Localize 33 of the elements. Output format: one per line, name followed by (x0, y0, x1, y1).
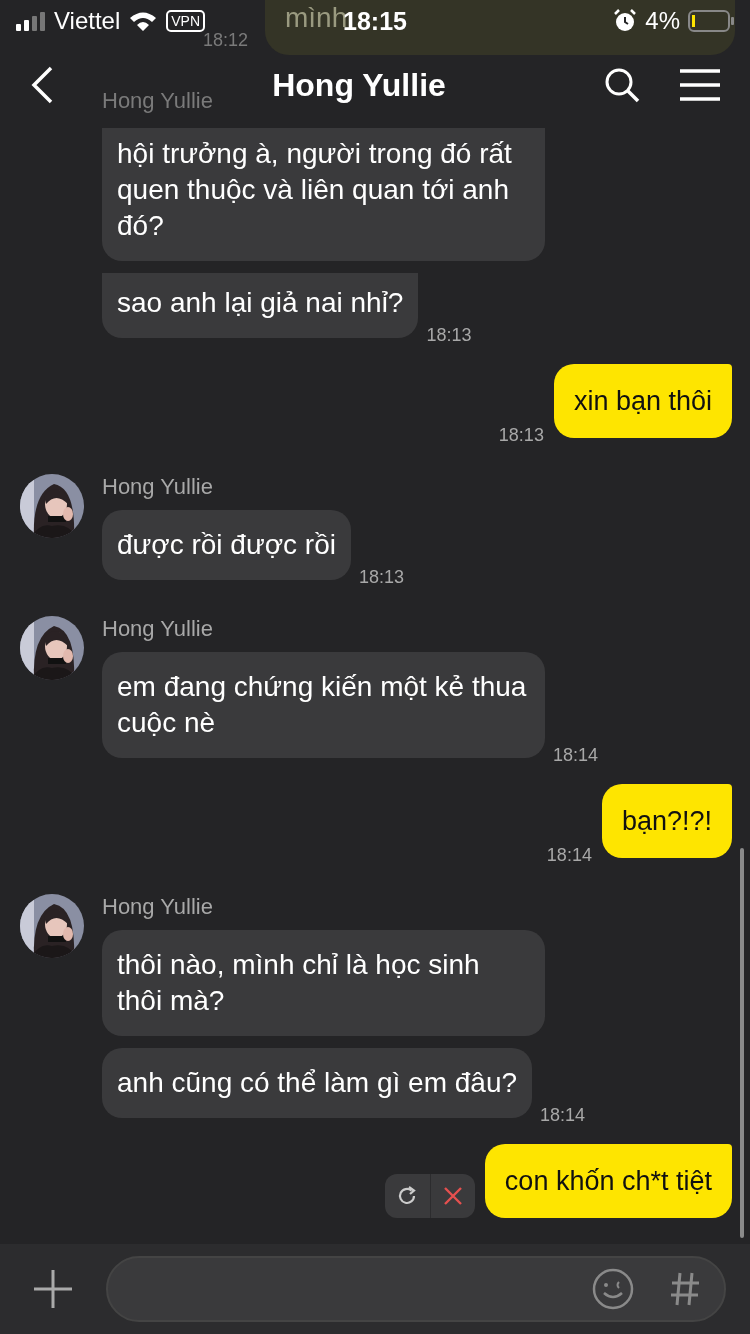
battery-percent: 4% (645, 7, 680, 35)
carrier-name: Viettel (54, 7, 121, 35)
wifi-icon (128, 10, 159, 32)
message-time: 18:12 (203, 30, 249, 51)
message-time: 18:14 (546, 845, 592, 866)
sender-name: Hong Yullie (102, 88, 213, 114)
menu-icon[interactable] (680, 69, 720, 101)
message-time: 18:13 (358, 567, 404, 588)
signal-icon (16, 11, 46, 31)
sender-name: Hong Yullie (102, 894, 214, 920)
search-icon[interactable] (604, 67, 640, 103)
message-bubble: được rồi được rồi (102, 510, 351, 580)
sender-name: Hong Yullie (102, 616, 214, 642)
battery-icon (688, 9, 734, 33)
emoji-icon[interactable] (592, 1268, 634, 1310)
message-bubble: anh cũng có thể làm gì em đâu? (102, 1048, 533, 1118)
message-time: 18:14 (540, 1105, 586, 1126)
sender-name: Hong Yullie (102, 474, 214, 500)
vpn-badge: VPN (166, 10, 206, 32)
message-bubble: sao anh lại giả nai nhỉ? (102, 273, 419, 338)
message-bubble: em đang chứng kiến một kẻ thua cuộc nè (102, 652, 545, 758)
chat-title: Hong Yullie (272, 66, 446, 104)
plus-icon[interactable] (34, 1270, 72, 1308)
message-time: 18:13 (426, 325, 472, 346)
message-bubble: thôi nào, mình chỉ là học sinh thôi mà? (102, 930, 545, 1036)
hashtag-icon[interactable] (670, 1271, 700, 1307)
message-time: 18:14 (553, 745, 599, 766)
message-bubble: xin bạn thôi (553, 364, 732, 438)
back-icon[interactable] (30, 66, 54, 104)
message-bubble: bạn?!?! (601, 784, 732, 858)
alarm-icon (613, 9, 638, 33)
message-time: 18:13 (498, 425, 544, 446)
message-bubble: con khốn ch*t tiệt (484, 1144, 732, 1218)
